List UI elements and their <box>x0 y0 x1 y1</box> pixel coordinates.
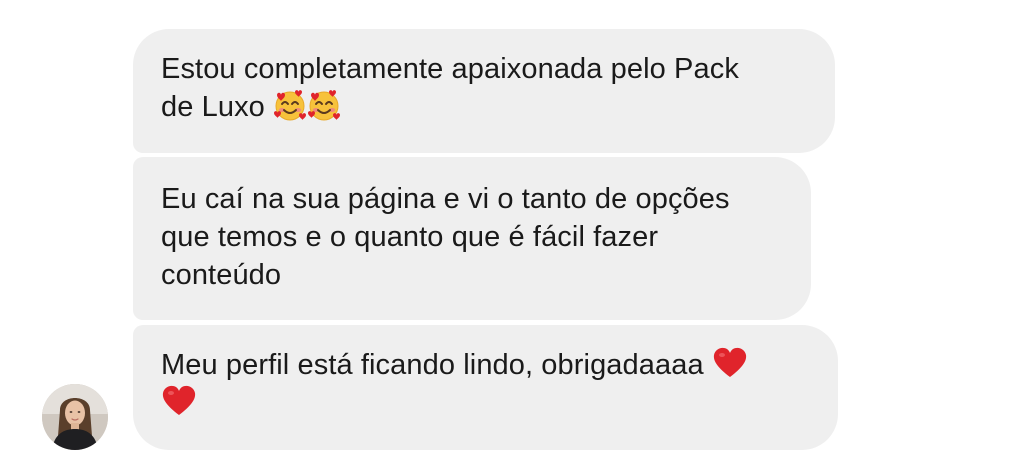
profile-photo-icon <box>42 384 108 450</box>
message-bubble[interactable]: Eu caí na sua página e vi o tanto de opç… <box>133 157 811 320</box>
message-text-line: Estou completamente apaixonada pelo Pack <box>161 53 739 85</box>
message-text-line: Eu caí na sua página e vi o tanto de opç… <box>161 183 730 215</box>
red-heart-icon <box>161 384 197 418</box>
message-text-line: de Luxo <box>161 91 265 123</box>
sender-avatar[interactable] <box>42 384 108 450</box>
message-text-line: conteúdo <box>161 259 282 291</box>
message-bubble[interactable]: Meu perfil está ficando lindo, obrigadaa… <box>133 325 838 450</box>
message-text-line: Meu perfil está ficando lindo, obrigadaa… <box>161 349 704 381</box>
message-thread: Estou completamente apaixonada pelo Pack… <box>0 0 1024 466</box>
smiling-face-with-hearts-icon <box>273 88 307 122</box>
smiling-face-with-hearts-icon <box>307 88 341 122</box>
red-heart-icon <box>712 346 748 380</box>
message-bubble[interactable]: Estou completamente apaixonada pelo Pack… <box>133 29 835 153</box>
message-text-line: que temos e o quanto que é fácil fazer <box>161 221 659 253</box>
